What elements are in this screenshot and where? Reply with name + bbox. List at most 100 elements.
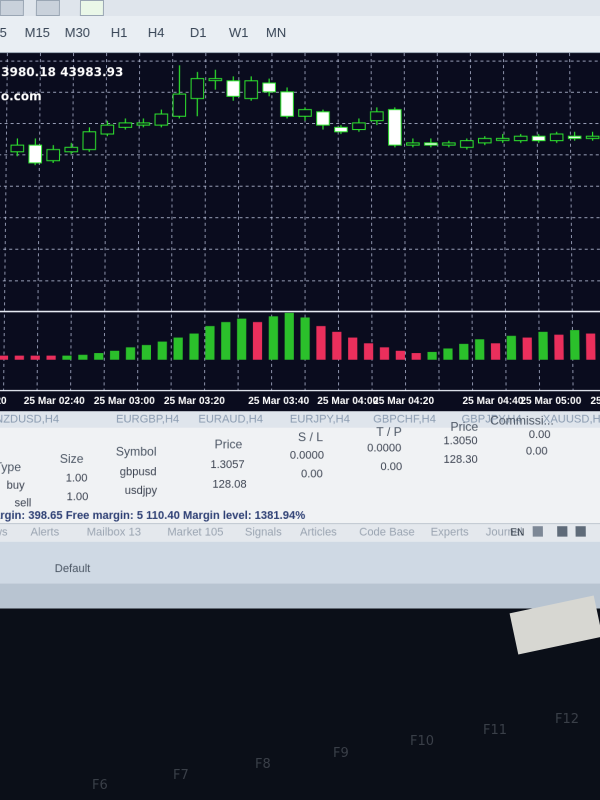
cell-price2: 1.3050 — [443, 434, 478, 448]
network-icon[interactable] — [557, 526, 568, 537]
key-f6[interactable]: F6 — [92, 778, 108, 793]
tab-code-base[interactable]: Code Base — [359, 526, 415, 538]
time-axis: 20 25 Mar 02:40 25 Mar 03:00 25 Mar 03:2… — [0, 396, 600, 410]
key-f7[interactable]: F7 — [173, 768, 189, 783]
tab-eurgbp[interactable]: EURGBP,H4 — [116, 413, 179, 425]
col-price-header[interactable]: Price — [215, 437, 243, 451]
candle — [568, 136, 581, 138]
price-chart[interactable]: 3980.18 43983.93 o.com 20 25 Mar 02:40 2… — [0, 53, 600, 412]
col-tp-header[interactable]: T / P — [376, 425, 402, 439]
candle — [117, 121, 132, 128]
col-price2-header[interactable]: Price — [450, 419, 478, 433]
candle — [299, 110, 312, 117]
key-f12[interactable]: F12 — [555, 712, 579, 727]
histogram-bar — [506, 335, 517, 360]
candle — [100, 124, 114, 134]
candle — [29, 145, 42, 163]
site-label: o.com — [0, 89, 42, 104]
candle — [81, 130, 96, 150]
cell-tp: 0.00 — [380, 460, 403, 474]
tab-news[interactable]: ws — [0, 526, 8, 538]
col-sl-header[interactable]: S / L — [298, 430, 323, 444]
timeframe-button[interactable]: D1 — [190, 25, 207, 40]
col-size-header[interactable]: Size — [60, 452, 84, 466]
time-label: 25 — [590, 395, 600, 408]
time-label: 25 Mar 04:20 — [373, 395, 435, 408]
tab-signals[interactable]: Signals — [245, 526, 282, 538]
cell-type: buy — [6, 479, 25, 492]
timeframe-button[interactable]: MN — [266, 25, 286, 40]
toolbar-button[interactable] — [0, 0, 25, 17]
col-type-header[interactable]: Type — [0, 460, 21, 475]
time-label: 25 Mar 04:00 — [317, 395, 379, 408]
candle — [46, 148, 60, 161]
candle — [407, 143, 420, 145]
candle — [281, 92, 294, 116]
time-label: 25 Mar 02:40 — [23, 395, 85, 408]
timeframe-button[interactable]: H1 — [111, 25, 128, 40]
histogram-bar — [125, 347, 136, 360]
tab-articles[interactable]: Articles — [300, 526, 337, 538]
time-label: 25 Mar 05:00 — [520, 395, 582, 408]
tab-euraud[interactable]: EURAUD,H4 — [198, 413, 263, 425]
tab-mailbox[interactable]: Mailbox 13 — [87, 526, 141, 538]
histogram-bar — [316, 326, 326, 360]
cell-symbol: gbpusd — [119, 465, 157, 479]
language-indicator[interactable]: EN — [510, 527, 524, 538]
time-label: 25 Mar 03:00 — [93, 395, 155, 408]
taskbar: EN Default — [0, 526, 600, 584]
time-label: 25 Mar 03:20 — [163, 395, 225, 408]
candle — [353, 123, 366, 130]
histogram-bar — [284, 312, 294, 360]
histogram-bar — [268, 316, 278, 360]
candle — [225, 80, 240, 97]
histogram-bar — [459, 343, 469, 360]
time-label: 25 Mar 03:40 — [248, 395, 310, 408]
tab-eurjpy[interactable]: EURJPY,H4 — [290, 413, 350, 425]
timeframe-button[interactable]: M15 — [25, 25, 50, 40]
candle — [496, 138, 509, 140]
volume-icon[interactable] — [575, 526, 586, 537]
top-toolbar — [0, 0, 600, 18]
tab-market[interactable]: Market 105 — [167, 526, 223, 538]
key-f11[interactable]: F11 — [483, 723, 507, 738]
histogram-bar — [94, 353, 104, 360]
timeframe-button[interactable]: M30 — [65, 25, 90, 40]
histogram-bar — [221, 322, 231, 360]
candle — [64, 146, 78, 152]
cell-price: 1.3057 — [210, 458, 245, 472]
timeframe-button[interactable]: W1 — [229, 25, 249, 40]
tray-icon[interactable] — [532, 526, 543, 537]
tab-alerts[interactable]: Alerts — [30, 526, 59, 538]
cell-price2: 128.30 — [443, 453, 478, 466]
col-commission-header[interactable]: Commissi... — [490, 413, 554, 427]
timeframe-button[interactable]: H4 — [148, 25, 165, 40]
toolbar-button[interactable] — [35, 0, 60, 17]
tab-experts[interactable]: Experts — [431, 526, 469, 538]
candle — [461, 141, 474, 148]
histogram-bar — [475, 339, 485, 360]
histogram-bar — [62, 355, 72, 360]
histogram-bar — [490, 343, 501, 360]
histogram-bar — [554, 334, 564, 360]
window-footer — [0, 583, 600, 609]
candle — [443, 143, 456, 145]
key-f9[interactable]: F9 — [333, 746, 349, 761]
cell-tp: 0.0000 — [367, 442, 402, 455]
key-f8[interactable]: F8 — [255, 757, 271, 772]
candle — [389, 110, 402, 146]
cell-price: 128.08 — [212, 478, 247, 491]
key-f10[interactable]: F10 — [410, 734, 434, 749]
col-symbol-header[interactable]: Symbol — [116, 444, 157, 458]
candle — [261, 82, 276, 93]
toolbar-button[interactable] — [79, 0, 104, 17]
tab-nzdusd[interactable]: NZDUSD,H4 — [0, 413, 59, 425]
histogram-bar — [300, 317, 310, 360]
histogram-bar — [585, 333, 596, 360]
histogram-bar — [379, 347, 390, 360]
histogram-bar — [252, 322, 263, 360]
histogram-bar — [157, 341, 167, 360]
margin-summary: argin: 398.65 Free margin: 5 110.40 Marg… — [0, 509, 306, 523]
cell-type: sell — [14, 497, 32, 510]
timeframe-button[interactable]: 5 — [0, 25, 7, 40]
